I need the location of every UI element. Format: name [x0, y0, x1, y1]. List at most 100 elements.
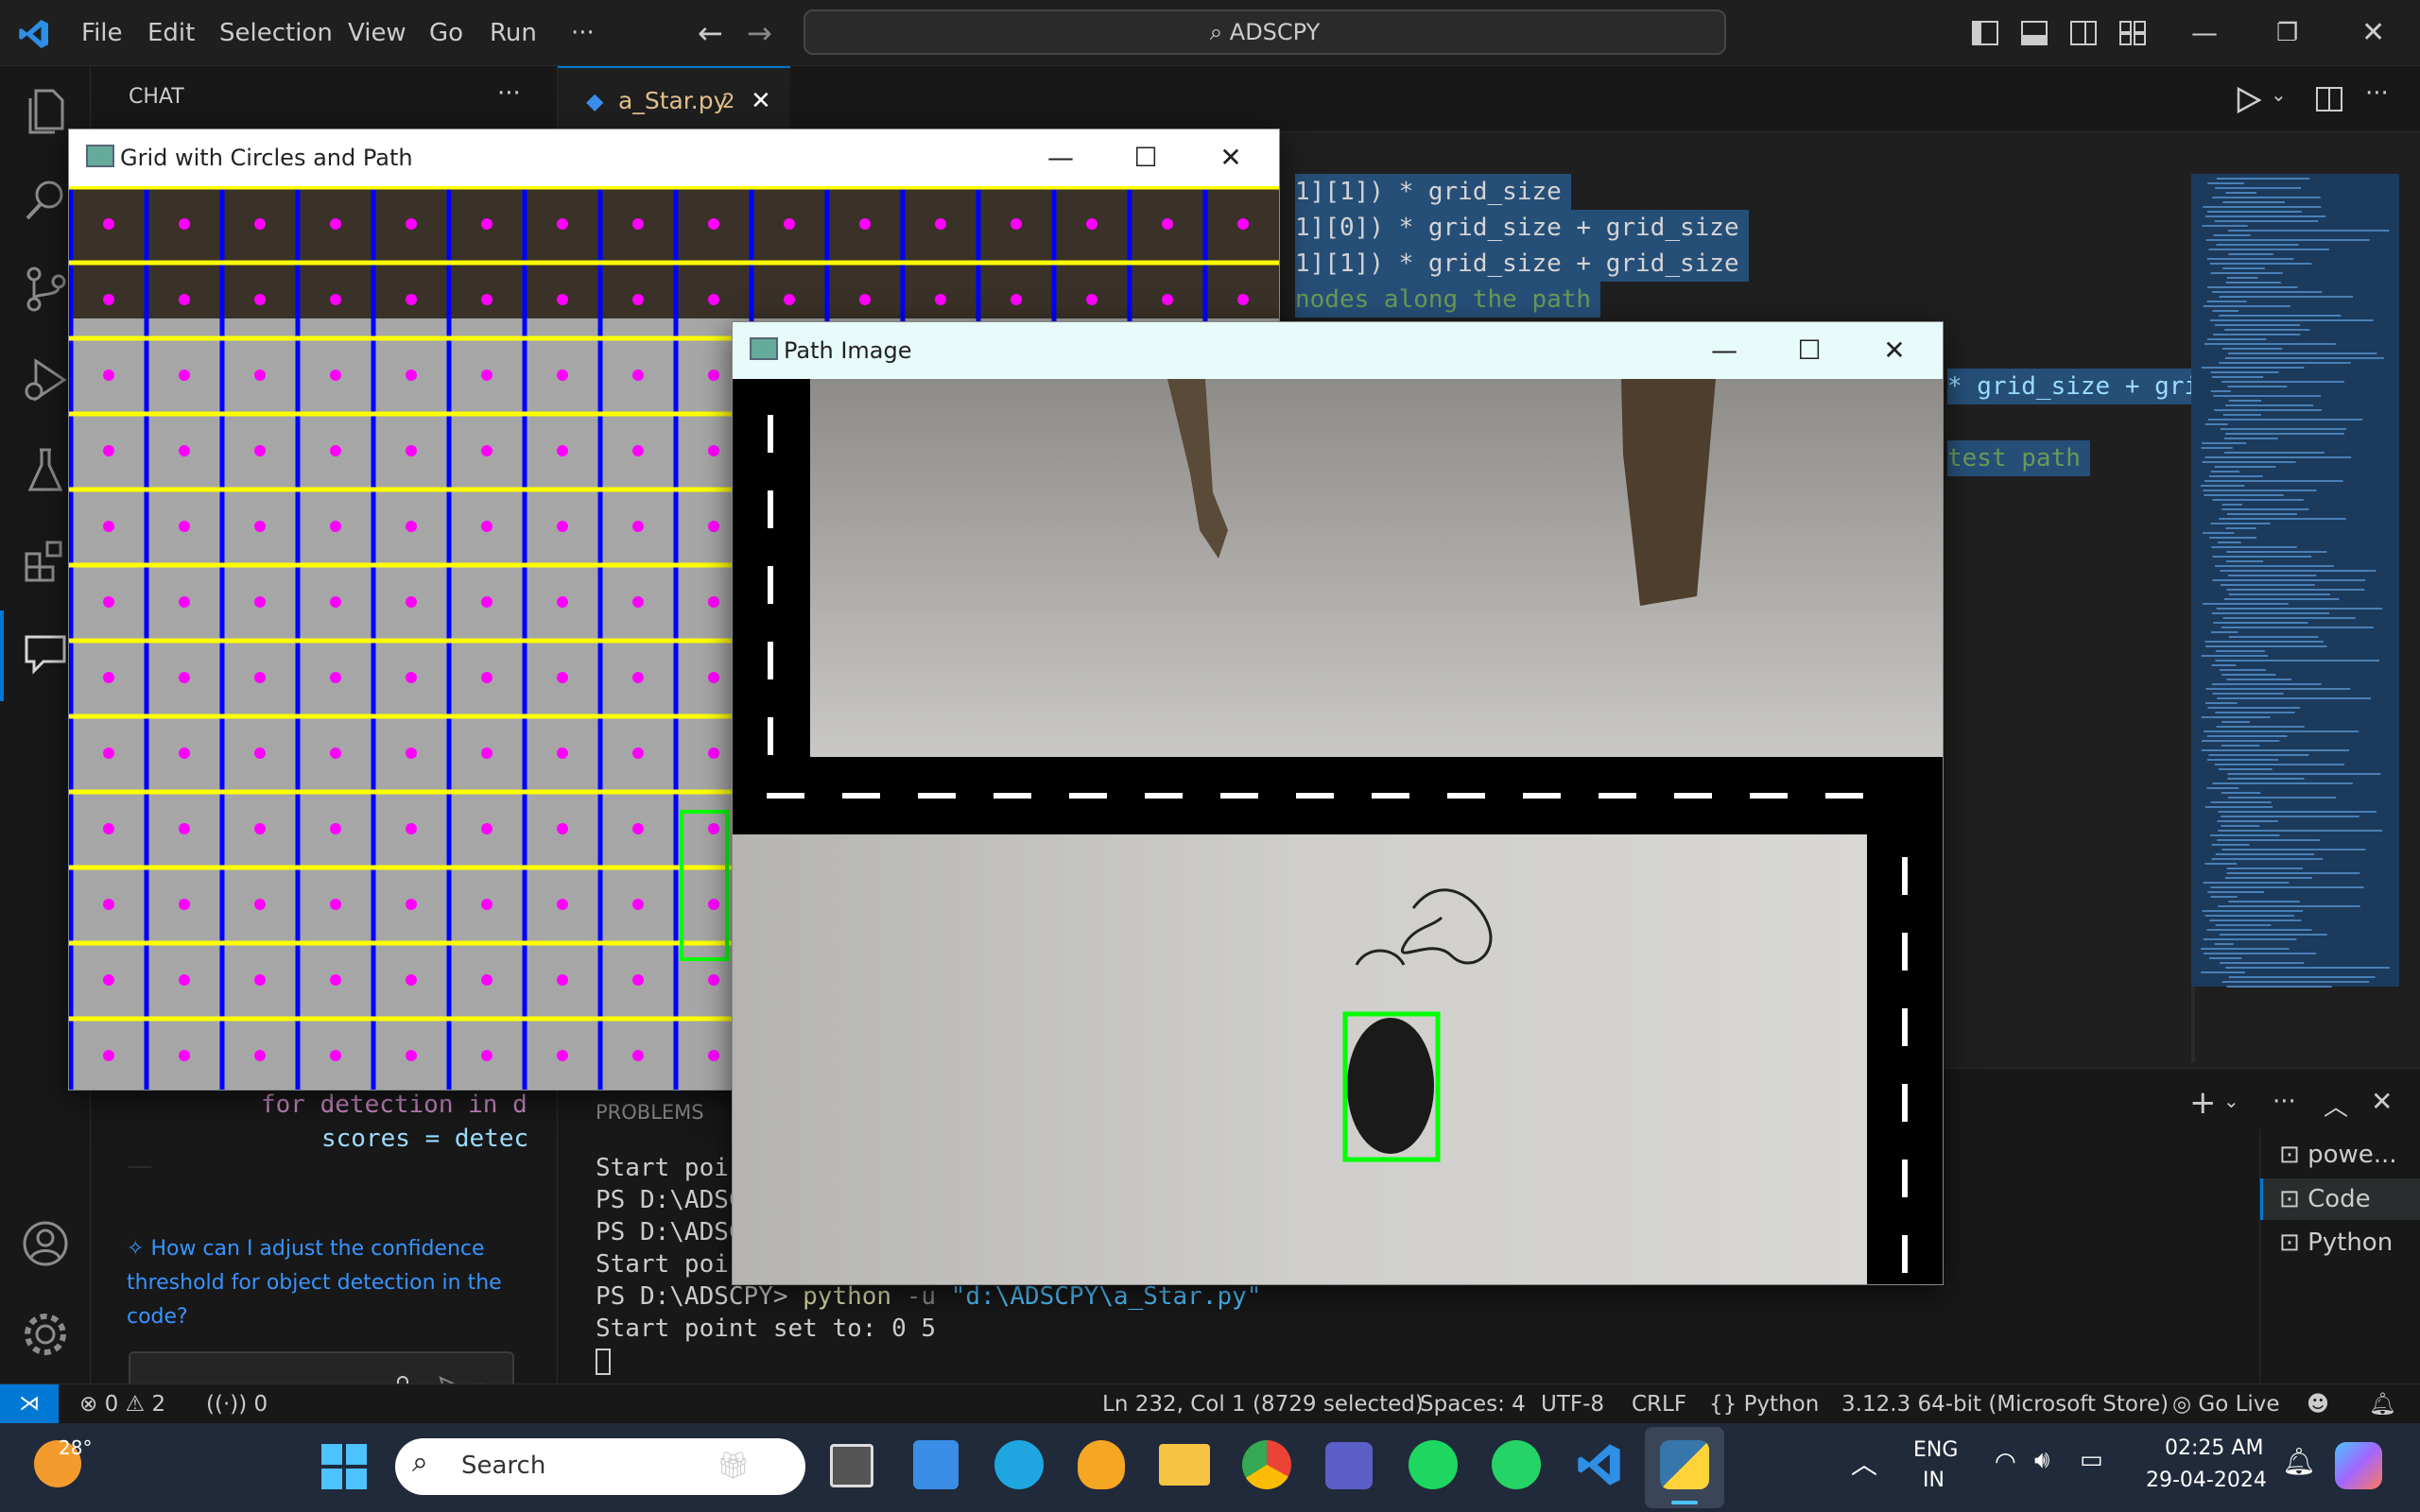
terminal-item-powershell[interactable]: ⊡ powe...	[2279, 1141, 2397, 1178]
clock-date[interactable]: 29-04-2024	[2146, 1469, 2267, 1492]
grid-node-dot	[708, 747, 719, 759]
toggle-panel-icon[interactable]	[2021, 21, 2048, 45]
back-arrow-icon[interactable]: ←	[698, 0, 723, 66]
terminal-item-code[interactable]: ⊡ Code	[2260, 1178, 2420, 1220]
task-view-icon[interactable]	[830, 1444, 873, 1487]
minimap-line	[2201, 367, 2305, 369]
chevron-down-icon[interactable]: ⌄	[2223, 1090, 2239, 1112]
minimize-icon[interactable]: —	[2191, 0, 2218, 66]
toggle-secondary-sidebar-icon[interactable]	[2070, 21, 2097, 45]
chat-suggestion-link[interactable]: ✧ How can I adjust the confidence thresh…	[127, 1232, 524, 1334]
minimap-line	[2211, 631, 2238, 633]
minimize-icon[interactable]: —	[1682, 322, 1767, 379]
input-region[interactable]: IN	[1923, 1469, 1945, 1492]
menu-file[interactable]: File	[81, 0, 123, 66]
clock-time[interactable]: 02:25 AM	[2165, 1436, 2263, 1460]
settings-gear-icon[interactable]	[21, 1310, 70, 1359]
edge-browser-icon[interactable]	[994, 1440, 1044, 1489]
grid-node-dot	[481, 294, 493, 305]
language-mode[interactable]: {} Python	[1709, 1384, 1819, 1424]
forward-arrow-icon[interactable]: →	[747, 0, 772, 66]
copilot-icon[interactable]: ☻	[2307, 1384, 2329, 1424]
grid-node-dot	[632, 294, 644, 305]
input-language[interactable]: ENG	[1913, 1438, 1958, 1462]
explorer-icon[interactable]	[23, 87, 68, 136]
microsoft-store-icon[interactable]	[913, 1440, 959, 1489]
spotify-icon[interactable]	[1409, 1440, 1458, 1489]
editor-more-button[interactable]: ···	[2365, 79, 2389, 108]
chrome-browser-icon[interactable]	[1242, 1440, 1291, 1489]
source-control-icon[interactable]	[23, 265, 68, 314]
go-live-button[interactable]: ◎ Go Live	[2172, 1384, 2280, 1424]
minimize-icon[interactable]: —	[1018, 129, 1103, 186]
menu-run[interactable]: Run	[490, 0, 537, 66]
split-editor-icon[interactable]	[2316, 87, 2342, 112]
minimap-line	[2224, 877, 2312, 879]
new-terminal-icon[interactable]: +	[2189, 1084, 2217, 1122]
maximize-icon[interactable]: ☐	[1103, 129, 1188, 186]
grid-node-dot	[406, 823, 417, 834]
volume-icon[interactable]: 🔊︎	[2034, 1446, 2049, 1475]
editor-tab-bar: ⌄ ···	[558, 66, 2420, 132]
close-icon[interactable]: ✕	[1188, 129, 1273, 186]
tab-problems[interactable]: PROBLEMS	[596, 1101, 704, 1124]
copilot-taskbar-icon[interactable]	[2335, 1442, 2382, 1489]
encoding[interactable]: UTF-8	[1541, 1384, 1604, 1424]
ports-status[interactable]: ((·)) 0	[206, 1384, 268, 1424]
notification-center-icon[interactable]: 🔔︎	[2282, 1446, 2316, 1477]
panel-more-button[interactable]: ···	[2273, 1088, 2296, 1116]
vscode-taskbar-icon[interactable]	[1575, 1440, 1624, 1489]
line-ending[interactable]: CRLF	[1632, 1384, 1686, 1424]
python-app-taskbar-item[interactable]	[1645, 1427, 1724, 1508]
whatsapp-icon[interactable]	[1492, 1440, 1541, 1489]
restore-icon[interactable]: ❐	[2276, 0, 2298, 66]
run-debug-icon[interactable]	[23, 355, 68, 404]
accounts-icon[interactable]	[21, 1219, 70, 1268]
close-icon[interactable]: ✕	[2361, 0, 2385, 66]
grid-node-dot	[179, 672, 190, 683]
maximize-panel-icon[interactable]: ︿	[2324, 1088, 2348, 1123]
close-icon[interactable]: ✕	[1852, 322, 1937, 379]
notifications-bell-icon[interactable]: 🔔︎	[2369, 1384, 2396, 1424]
chevron-down-icon[interactable]: ⌄	[2271, 83, 2287, 106]
indentation[interactable]: Spaces: 4	[1420, 1384, 1526, 1424]
close-panel-icon[interactable]: ✕	[2371, 1086, 2393, 1117]
minimap-line	[2215, 924, 2272, 926]
chat-icon[interactable]	[23, 631, 68, 680]
remote-indicator-icon[interactable]: ⋊	[0, 1384, 59, 1424]
toggle-primary-sidebar-icon[interactable]	[1972, 21, 1998, 45]
minimap-line	[2215, 660, 2379, 662]
command-center-search[interactable]: ⌕ ADSCPY	[804, 9, 1726, 55]
minimap-line	[2203, 938, 2297, 940]
grid-node-dot	[406, 294, 417, 305]
minimap-line	[2211, 683, 2322, 685]
problems-status[interactable]: ⊗ 0 ⚠ 2	[79, 1384, 165, 1424]
battery-icon[interactable]: ▭	[2080, 1446, 2103, 1474]
maximize-icon[interactable]: ☐	[1767, 322, 1852, 379]
terminal-item-python[interactable]: ⊡ Python	[2279, 1224, 2393, 1262]
minimap[interactable]	[2191, 174, 2420, 1062]
file-explorer-icon[interactable]	[1159, 1444, 1210, 1486]
menu-more[interactable]: ···	[571, 0, 595, 66]
tab-a-star-py[interactable]: ◆ a_Star.py 2 ✕	[558, 66, 790, 132]
grid-node-dot	[557, 521, 568, 532]
taskbar-search[interactable]: ⌕ Search 🎁︎	[395, 1438, 805, 1495]
customize-layout-icon[interactable]	[2119, 21, 2146, 45]
menu-selection[interactable]: Selection	[219, 0, 333, 66]
wifi-icon[interactable]: ◠	[1995, 1448, 2016, 1476]
menu-edit[interactable]: Edit	[147, 0, 195, 66]
teams-icon[interactable]	[1325, 1442, 1373, 1489]
medal-app-icon[interactable]	[1078, 1440, 1125, 1489]
search-icon[interactable]	[23, 178, 68, 223]
menu-view[interactable]: View	[348, 0, 406, 66]
run-python-file-icon[interactable]	[2235, 87, 2263, 113]
windows-start-icon[interactable]	[321, 1444, 367, 1489]
testing-flask-icon[interactable]	[23, 446, 68, 495]
cursor-position[interactable]: Ln 232, Col 1 (8729 selected)	[1102, 1384, 1424, 1424]
extensions-icon[interactable]	[23, 537, 68, 586]
chat-more-button[interactable]: ···	[497, 79, 521, 108]
close-tab-icon[interactable]: ✕	[751, 68, 771, 134]
python-interpreter[interactable]: 3.12.3 64-bit (Microsoft Store)	[1841, 1384, 2169, 1424]
show-hidden-icons-chevron-icon[interactable]: ︿	[1851, 1444, 1877, 1482]
menu-go[interactable]: Go	[429, 0, 463, 66]
